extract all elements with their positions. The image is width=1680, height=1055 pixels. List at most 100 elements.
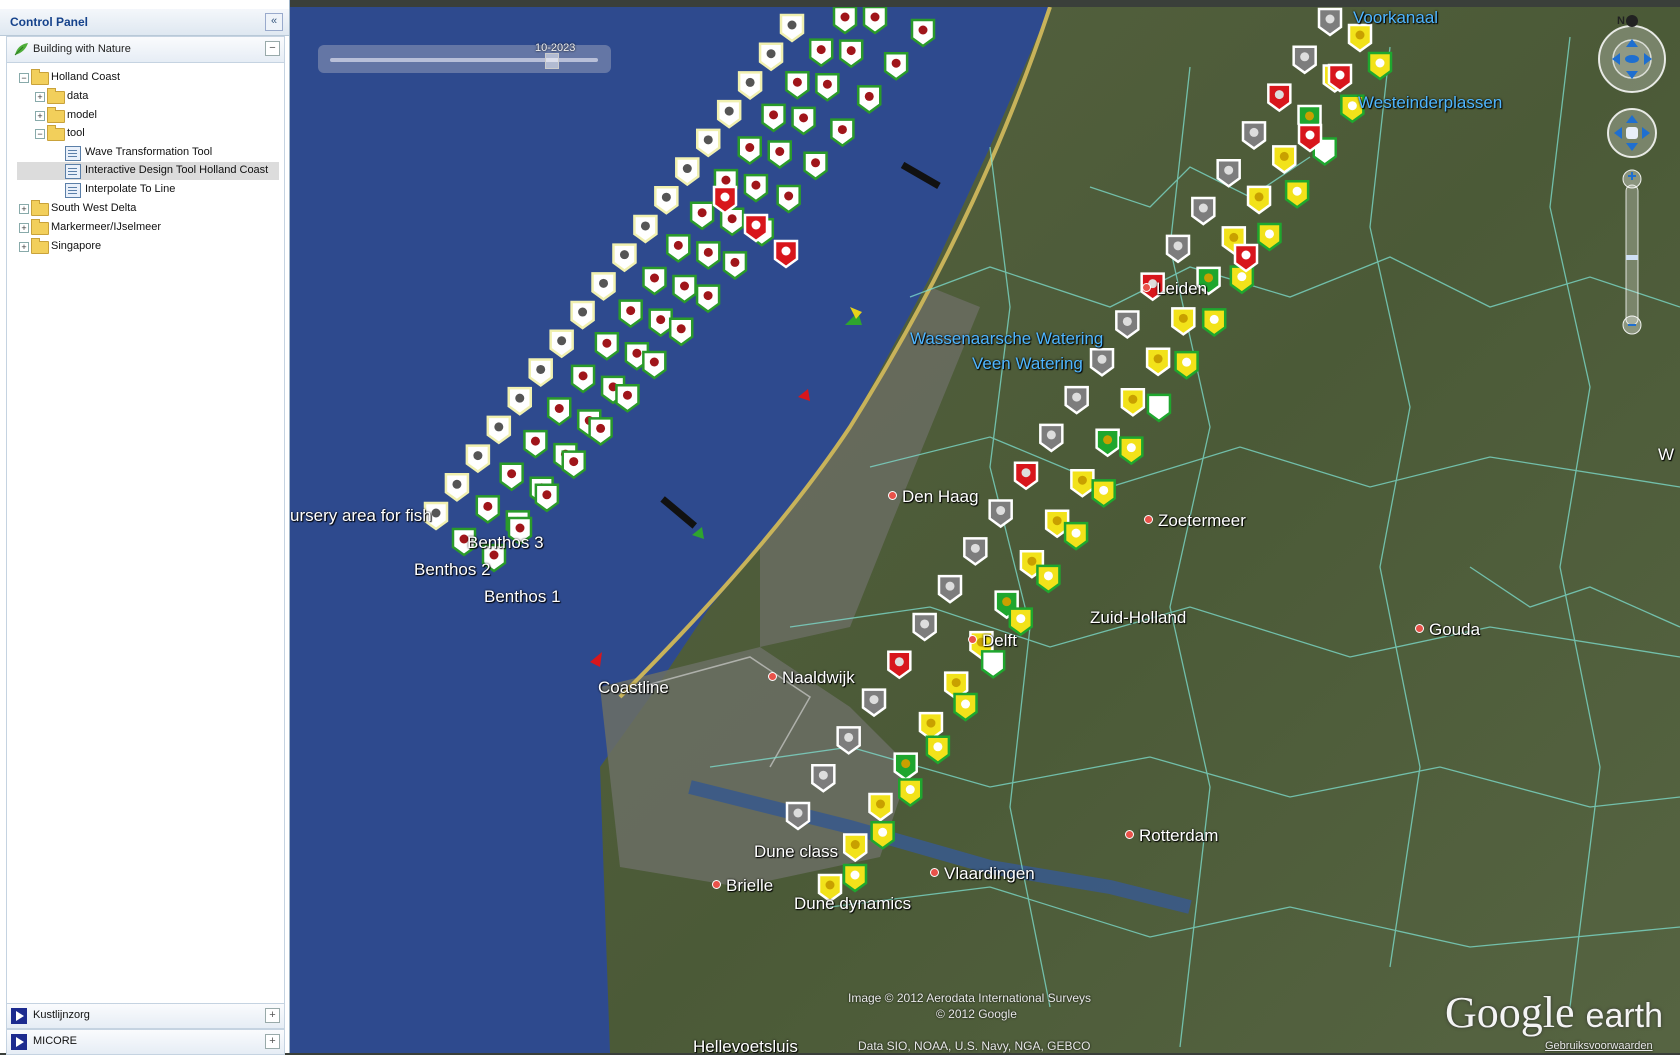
tree-node-holland-coast[interactable]: − Holland Coast xyxy=(19,69,259,87)
expander-icon[interactable]: + xyxy=(35,111,45,121)
city-dot-icon xyxy=(712,880,721,889)
label-benthos-2: Benthos 2 xyxy=(414,560,491,579)
tree-node-model[interactable]: + model xyxy=(35,107,255,125)
section-collapse-button[interactable]: − xyxy=(265,41,280,56)
tree-node-markermeer[interactable]: + Markermeer/IJselmeer xyxy=(19,219,259,237)
control-panel: Control Panel « Building with Nature − −… xyxy=(0,0,290,1055)
north-indicator: N xyxy=(1617,15,1625,27)
copyright-credit: © 2012 Google xyxy=(936,1007,1017,1021)
imagery-credit: Image © 2012 Aerodata International Surv… xyxy=(848,991,1091,1005)
city-name: Den Haag xyxy=(902,487,979,506)
city-dot-icon xyxy=(930,868,939,877)
tree-node-label: Singapore xyxy=(51,240,102,252)
label-nursery-area: ursery area for fish xyxy=(290,506,432,525)
city-dot-icon xyxy=(1142,283,1151,292)
city-name: Leiden xyxy=(1156,279,1208,298)
tree-node-label: Interpolate To Line xyxy=(85,183,176,195)
leaf-icon xyxy=(14,43,28,56)
panel-item-label: MICORE xyxy=(33,1035,77,1047)
logo-product: earth xyxy=(1585,997,1664,1035)
city-name: Naaldwijk xyxy=(782,668,855,687)
tree-node-interactive-design-tool[interactable]: Interactive Design Tool Holland Coast xyxy=(17,162,279,180)
tree-node-interpolate-to-line[interactable]: Interpolate To Line xyxy=(53,181,273,199)
logo-brand: Google xyxy=(1445,988,1575,1037)
folder-icon xyxy=(31,69,49,85)
tree-node-label: data xyxy=(67,90,89,102)
panel-item-kustlijnzorg[interactable]: Kustlijnzorg + xyxy=(6,1003,285,1029)
city-naaldwijk: Naaldwijk xyxy=(768,668,855,688)
city-leiden: Leiden xyxy=(1142,279,1207,299)
building-with-nature-section[interactable]: Building with Nature − xyxy=(6,36,285,63)
city-name: Brielle xyxy=(726,876,774,895)
terms-link[interactable]: Gebruiksvoorwaarden xyxy=(1545,1040,1653,1052)
city-name: Rotterdam xyxy=(1139,826,1219,845)
city-dot-icon xyxy=(1125,830,1134,839)
label-edge-w: W xyxy=(1658,445,1675,464)
expander-icon[interactable]: + xyxy=(19,204,29,214)
folder-icon xyxy=(31,238,49,254)
tool-icon xyxy=(65,183,81,198)
city-delft: Delft xyxy=(968,631,1017,651)
label-coastline: Coastline xyxy=(598,678,669,697)
tool-icon xyxy=(65,164,81,179)
time-slider[interactable]: 10-2023 xyxy=(318,42,611,73)
expander-icon[interactable]: + xyxy=(35,92,45,102)
layer-tree: − Holland Coast + data + model − tool Wa… xyxy=(6,62,285,1007)
tree-node-label: South West Delta xyxy=(51,202,137,214)
city-dot-icon xyxy=(888,491,897,500)
city-dot-icon xyxy=(1144,515,1153,524)
expand-button[interactable]: + xyxy=(265,1008,280,1023)
time-slider-date: 10-2023 xyxy=(535,42,576,54)
expander-icon[interactable]: − xyxy=(19,73,29,83)
tree-node-south-west-delta[interactable]: + South West Delta xyxy=(19,200,259,218)
tree-node-data[interactable]: + data xyxy=(35,88,255,106)
tree-node-label: Holland Coast xyxy=(51,71,121,83)
city-vlaardingen: Vlaardingen xyxy=(930,864,1035,884)
label-benthos-3: Benthos 3 xyxy=(467,533,544,552)
city-gouda: Gouda xyxy=(1415,620,1480,640)
earth-map-view[interactable]: 10-2023 N Voorkanaal Westeinderplassen L… xyxy=(290,7,1680,1053)
label-dune-dynamics: Dune dynamics xyxy=(794,894,912,913)
city-name: Delft xyxy=(982,631,1017,650)
panel-item-label: Kustlijnzorg xyxy=(33,1009,90,1021)
label-veen-watering: Veen Watering xyxy=(972,354,1083,373)
collapse-panel-button[interactable]: « xyxy=(265,13,283,31)
label-benthos-1: Benthos 1 xyxy=(484,587,561,606)
section-label: Building with Nature xyxy=(33,43,131,55)
zoom-slider[interactable] xyxy=(1622,169,1642,335)
tree-node-wave-transformation-tool[interactable]: Wave Transformation Tool xyxy=(53,144,273,162)
city-dot-icon xyxy=(968,635,977,644)
google-earth-logo: Google earth xyxy=(1445,987,1663,1038)
expand-button[interactable]: + xyxy=(265,1034,280,1049)
time-slider-thumb[interactable] xyxy=(545,53,559,69)
tree-node-label: Interactive Design Tool Holland Coast xyxy=(85,164,269,176)
play-icon xyxy=(11,1008,27,1024)
label-westeinderplassen: Westeinderplassen xyxy=(1358,93,1503,112)
label-dune-class: Dune class xyxy=(754,842,839,861)
tree-node-label: Wave Transformation Tool xyxy=(85,146,213,158)
tree-node-label: tool xyxy=(67,127,85,139)
folder-icon xyxy=(47,107,65,123)
city-dot-icon xyxy=(768,672,777,681)
expander-icon[interactable]: + xyxy=(19,242,29,252)
map-imagery[interactable] xyxy=(290,7,1680,1053)
city-hellevoetsluis: Hellevoetsluis xyxy=(693,1037,798,1053)
label-wassenaarsche-watering: Wassenaarsche Watering xyxy=(910,329,1104,348)
tree-node-tool[interactable]: − tool xyxy=(35,125,255,143)
tree-node-label: model xyxy=(67,109,97,121)
expander-icon[interactable]: + xyxy=(19,223,29,233)
control-panel-title: Control Panel xyxy=(10,15,89,29)
look-control[interactable] xyxy=(1607,108,1657,158)
folder-icon xyxy=(47,125,65,141)
city-brielle: Brielle xyxy=(712,876,773,896)
tree-node-singapore[interactable]: + Singapore xyxy=(19,238,259,256)
panel-item-micore[interactable]: MICORE + xyxy=(6,1029,285,1055)
city-name: Gouda xyxy=(1429,620,1481,639)
city-dot-icon xyxy=(1415,624,1424,633)
city-rotterdam: Rotterdam xyxy=(1125,826,1218,846)
play-icon xyxy=(11,1034,27,1050)
tree-node-label: Markermeer/IJselmeer xyxy=(51,221,162,233)
city-den-haag: Den Haag xyxy=(888,487,979,507)
label-voorkanaal: Voorkanaal xyxy=(1353,8,1439,27)
expander-icon[interactable]: − xyxy=(35,129,45,139)
